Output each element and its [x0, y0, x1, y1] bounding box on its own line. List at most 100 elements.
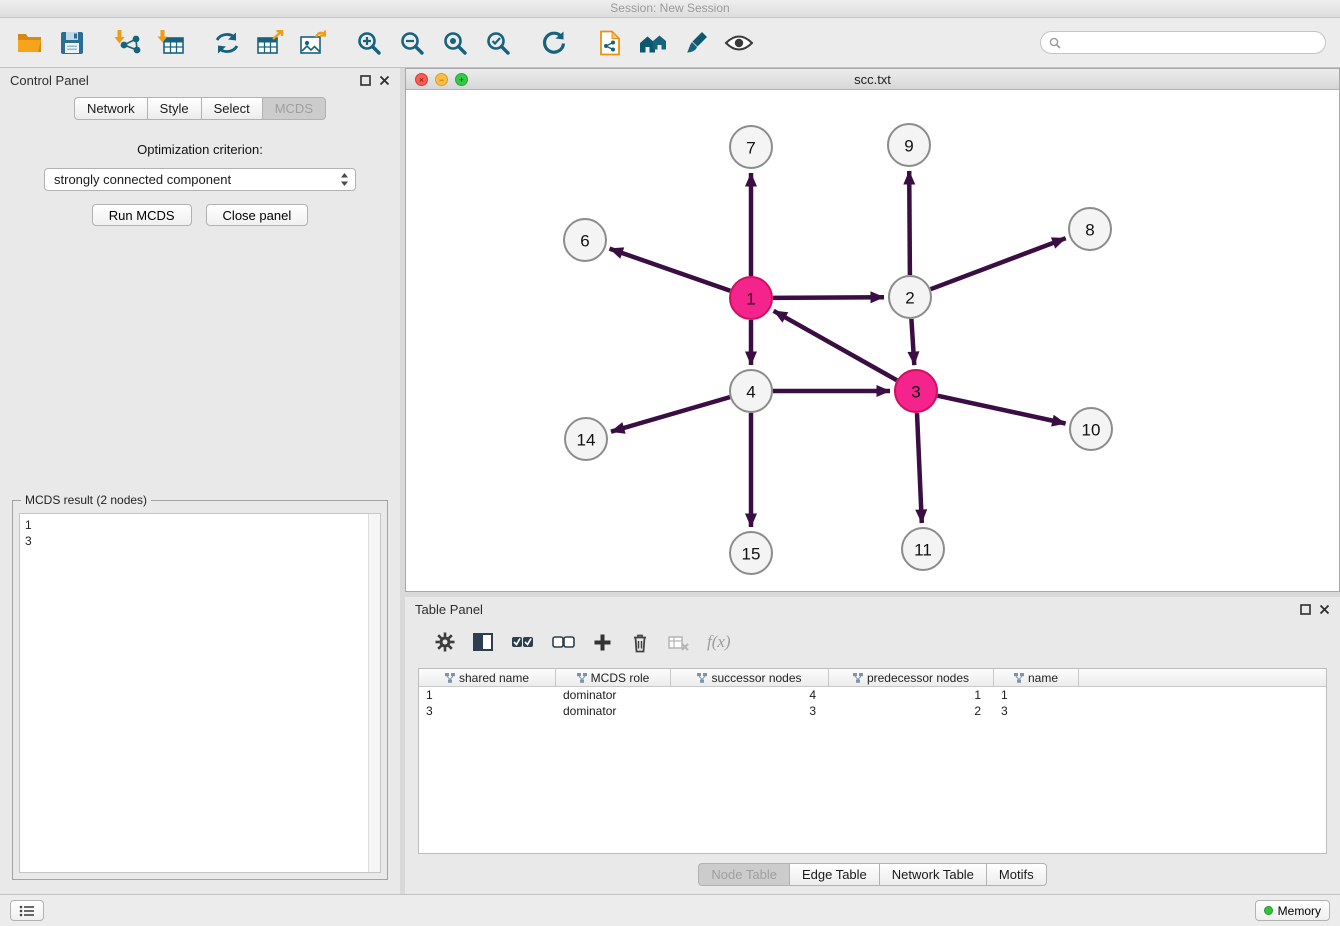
select-arrows-icon: [340, 172, 349, 187]
graph-edge-2-3[interactable]: [911, 319, 914, 365]
tab-motifs[interactable]: Motifs: [986, 863, 1047, 886]
close-panel-icon[interactable]: [379, 75, 390, 86]
graph-node-4[interactable]: 4: [730, 370, 772, 412]
network-window-titlebar: scc.txt: [406, 69, 1339, 90]
table-row[interactable]: 1 dominator 4 1 1: [419, 687, 1326, 703]
export-table-icon[interactable]: [255, 28, 285, 58]
search-input[interactable]: [1066, 36, 1317, 50]
graph-node-9[interactable]: 9: [888, 124, 930, 166]
zoom-in-icon[interactable]: [354, 28, 384, 58]
close-window-icon[interactable]: [415, 73, 428, 86]
column-header-predecessor-nodes[interactable]: predecessor nodes: [829, 669, 994, 687]
graph-edge-2-9[interactable]: [909, 171, 910, 275]
tab-network-table[interactable]: Network Table: [879, 863, 986, 886]
graph-node-6[interactable]: 6: [564, 219, 606, 261]
graph-edge-3-10[interactable]: [938, 396, 1066, 424]
export-image-icon[interactable]: [298, 28, 328, 58]
mcds-result-list[interactable]: 1 3: [19, 513, 381, 873]
graph-node-11[interactable]: 11: [902, 528, 944, 570]
show-graphics-details-icon[interactable]: [724, 28, 754, 58]
network-overview-icon[interactable]: [638, 28, 668, 58]
table-cell[interactable]: 1: [419, 687, 556, 703]
column-header-name[interactable]: name: [994, 669, 1079, 687]
table-cell[interactable]: 4: [671, 687, 829, 703]
table-cell[interactable]: 2: [829, 703, 994, 719]
zoom-out-icon[interactable]: [397, 28, 427, 58]
import-network-icon[interactable]: [113, 28, 143, 58]
network-graph[interactable]: 7 9 6 8 1 2 4 3 14 10 15 11: [406, 90, 1339, 591]
float-table-panel-icon[interactable]: [1300, 604, 1311, 615]
run-mcds-button[interactable]: Run MCDS: [92, 204, 192, 226]
table-row[interactable]: 3 dominator 3 2 3: [419, 703, 1326, 719]
graph-edge-3-1[interactable]: [774, 311, 897, 380]
table-cell[interactable]: 1: [994, 687, 1079, 703]
table-cell[interactable]: 3: [419, 703, 556, 719]
attribute-icon: [1014, 673, 1024, 683]
graph-node-15[interactable]: 15: [730, 532, 772, 574]
column-header-mcds-role[interactable]: MCDS role: [556, 669, 671, 687]
table-cell[interactable]: dominator: [556, 687, 671, 703]
zoom-selected-icon[interactable]: [483, 28, 513, 58]
svg-text:15: 15: [742, 545, 761, 564]
copy-network-icon[interactable]: [595, 28, 625, 58]
graph-edge-3-11[interactable]: [917, 413, 922, 523]
minimize-window-icon[interactable]: [435, 73, 448, 86]
task-history-button[interactable]: [10, 900, 44, 921]
add-column-icon[interactable]: [593, 633, 612, 652]
graph-node-8[interactable]: 8: [1069, 208, 1111, 250]
unselect-all-columns-icon[interactable]: [552, 633, 575, 651]
table-cell[interactable]: 1: [829, 687, 994, 703]
result-line: 3: [25, 533, 364, 549]
maximize-window-icon[interactable]: [455, 73, 468, 86]
toolbar-search[interactable]: [1040, 31, 1326, 54]
svg-text:7: 7: [746, 139, 755, 158]
apply-style-icon[interactable]: [681, 28, 711, 58]
memory-button[interactable]: Memory: [1255, 900, 1330, 921]
column-header-filler: [1079, 669, 1326, 687]
table-cell[interactable]: 3: [994, 703, 1079, 719]
graph-node-7[interactable]: 7: [730, 126, 772, 168]
zoom-fit-icon[interactable]: [440, 28, 470, 58]
tab-network[interactable]: Network: [74, 97, 147, 120]
main-toolbar: [0, 18, 1340, 68]
graph-edge-1-2[interactable]: [773, 297, 884, 298]
graph-edge-2-8[interactable]: [931, 238, 1066, 289]
window-title: Session: New Session: [610, 1, 729, 15]
gear-icon[interactable]: [435, 632, 455, 652]
open-session-icon[interactable]: [14, 28, 44, 58]
column-header-shared-name[interactable]: shared name: [419, 669, 556, 687]
tab-style[interactable]: Style: [147, 97, 201, 120]
tab-edge-table[interactable]: Edge Table: [789, 863, 879, 886]
graph-node-2[interactable]: 2: [889, 276, 931, 318]
delete-column-icon[interactable]: [630, 632, 650, 653]
float-panel-icon[interactable]: [360, 75, 371, 86]
tab-mcds[interactable]: MCDS: [262, 97, 326, 120]
refresh-icon[interactable]: [539, 28, 569, 58]
graph-node-1[interactable]: 1: [730, 277, 772, 319]
attribute-icon: [577, 673, 587, 683]
import-table-icon[interactable]: [156, 28, 186, 58]
tab-select[interactable]: Select: [201, 97, 262, 120]
graph-edge-1-6[interactable]: [610, 249, 731, 291]
save-session-icon[interactable]: [57, 28, 87, 58]
column-header-successor-nodes[interactable]: successor nodes: [671, 669, 829, 687]
control-panel-header: Control Panel: [0, 68, 400, 91]
mcds-result-title: MCDS result (2 nodes): [21, 493, 151, 507]
table-cell[interactable]: 3: [671, 703, 829, 719]
attribute-icon: [697, 673, 707, 683]
graph-edge-4-14[interactable]: [611, 397, 730, 432]
network-canvas[interactable]: 7 9 6 8 1 2 4 3 14 10 15 11: [406, 90, 1339, 591]
export-network-icon[interactable]: [212, 28, 242, 58]
result-scrollbar[interactable]: [368, 514, 380, 872]
tab-node-table[interactable]: Node Table: [698, 863, 789, 886]
close-table-panel-icon[interactable]: [1319, 604, 1330, 615]
graph-node-3[interactable]: 3: [895, 370, 937, 412]
select-all-columns-icon[interactable]: [511, 633, 534, 651]
graph-node-10[interactable]: 10: [1070, 408, 1112, 450]
optimization-select[interactable]: strongly connected component: [44, 168, 356, 191]
table-panel-title: Table Panel: [415, 602, 483, 617]
graph-node-14[interactable]: 14: [565, 418, 607, 460]
show-columns-icon[interactable]: [473, 633, 493, 651]
table-cell[interactable]: dominator: [556, 703, 671, 719]
close-panel-button[interactable]: Close panel: [206, 204, 309, 226]
